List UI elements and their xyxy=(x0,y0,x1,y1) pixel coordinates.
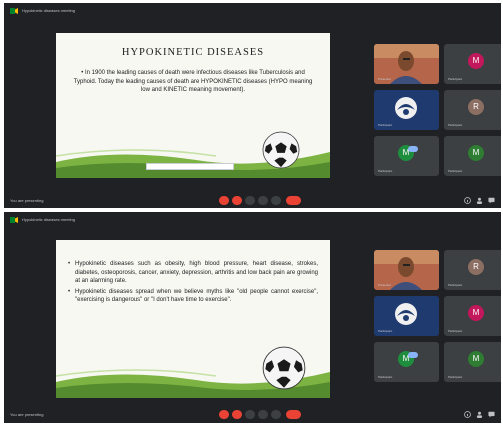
participant-tile[interactable]: R Participant xyxy=(444,250,501,290)
participant-name: Presenter xyxy=(378,77,392,81)
avatar: R xyxy=(468,259,484,275)
slide-bullet: • Hypokinetic diseases spread when we bel… xyxy=(68,288,318,304)
participant-name: Participant xyxy=(448,169,463,173)
mic-off-button[interactable] xyxy=(219,410,229,419)
soccer-ball-image xyxy=(262,131,300,169)
present-button[interactable] xyxy=(258,410,268,419)
people-icon[interactable] xyxy=(476,411,483,418)
captions-button[interactable] xyxy=(245,196,255,205)
meeting-title: Hypokinetic diseases meeting xyxy=(22,217,75,222)
meeting-title: Hypokinetic diseases meeting xyxy=(22,8,75,13)
end-call-button[interactable] xyxy=(286,410,301,419)
chat-icon[interactable] xyxy=(488,197,495,204)
slide-body: • In 1900 the leading causes of death we… xyxy=(73,70,313,94)
slide-bullet: • Hypokinetic diseases such as obesity, h… xyxy=(68,261,318,285)
present-button[interactable] xyxy=(258,196,268,205)
participant-tile[interactable]: M Participant xyxy=(444,342,501,382)
meet-top-bar: Hypokinetic diseases meeting xyxy=(4,3,501,19)
mic-off-button[interactable] xyxy=(219,196,229,205)
avatar: M xyxy=(468,305,484,321)
meet-top-bar: Hypokinetic diseases meeting xyxy=(4,212,501,228)
avatar: R xyxy=(468,99,484,115)
participant-name: Participant xyxy=(448,283,463,287)
slide-bullet-text: Hypokinetic diseases spread when we beli… xyxy=(75,288,318,304)
participant-tile[interactable]: M Participant xyxy=(444,136,501,176)
caption-bar xyxy=(146,163,234,170)
end-call-button[interactable] xyxy=(286,196,301,205)
participant-name: Participant xyxy=(448,77,463,81)
meet-logo-icon xyxy=(10,8,18,14)
meet-window-2: Hypokinetic diseases meeting • Hypokineti… xyxy=(4,212,501,423)
participant-name: Participant xyxy=(378,123,393,127)
participant-tile[interactable]: R Participant xyxy=(444,90,501,130)
participant-name: Participant xyxy=(448,375,463,379)
participant-tile[interactable]: M Participant xyxy=(374,342,439,382)
participant-name: Participant xyxy=(378,169,393,173)
slide-title: HYPOKINETIC DISEASES xyxy=(121,47,265,58)
participant-name: Participant xyxy=(448,123,463,127)
captions-button[interactable] xyxy=(245,410,255,419)
meet-controls-2: You are presenting xyxy=(4,408,501,422)
participant-tile[interactable]: M Participant xyxy=(444,44,501,84)
participant-name: Participant xyxy=(378,329,393,333)
presenting-label: You are presenting xyxy=(10,412,44,417)
presentation-slide-1: HYPOKINETIC DISEASES • In 1900 the leadi… xyxy=(56,33,330,178)
participant-tile[interactable]: Participant xyxy=(374,296,439,336)
slide-bullet-list: • Hypokinetic diseases such as obesity, h… xyxy=(68,260,318,305)
participant-name: Participant xyxy=(378,375,393,379)
chat-icon[interactable] xyxy=(488,411,495,418)
avatar: M xyxy=(468,145,484,161)
soccer-ball-image xyxy=(262,346,306,390)
camera-off-button[interactable] xyxy=(232,410,242,419)
info-icon[interactable] xyxy=(464,411,471,418)
meet-logo-icon xyxy=(10,217,18,223)
participant-tile[interactable]: M Participant xyxy=(444,296,501,336)
speaker-badge-icon xyxy=(408,146,418,152)
participant-name: Presenter xyxy=(378,283,392,287)
presentation-slide-2: • Hypokinetic diseases such as obesity, h… xyxy=(56,240,330,398)
meet-controls-1: You are presenting xyxy=(4,194,501,208)
participant-tile[interactable]: Participant xyxy=(374,90,439,130)
speaker-badge-icon xyxy=(408,352,418,358)
participant-tile[interactable]: Presenter xyxy=(374,44,439,84)
info-icon[interactable] xyxy=(464,197,471,204)
people-icon[interactable] xyxy=(476,197,483,204)
avatar: M xyxy=(468,53,484,69)
avatar: M xyxy=(468,351,484,367)
slide-bullet-text: Hypokinetic diseases such as obesity, hi… xyxy=(75,261,318,285)
participant-tile[interactable]: M Participant xyxy=(374,136,439,176)
participant-tile[interactable]: Presenter xyxy=(374,250,439,290)
participant-name: Participant xyxy=(448,329,463,333)
camera-off-button[interactable] xyxy=(232,196,242,205)
more-button[interactable] xyxy=(271,410,281,419)
more-button[interactable] xyxy=(271,196,281,205)
presenting-label: You are presenting xyxy=(10,198,44,203)
meet-window-1: Hypokinetic diseases meeting HYPOKINETIC… xyxy=(4,3,501,208)
